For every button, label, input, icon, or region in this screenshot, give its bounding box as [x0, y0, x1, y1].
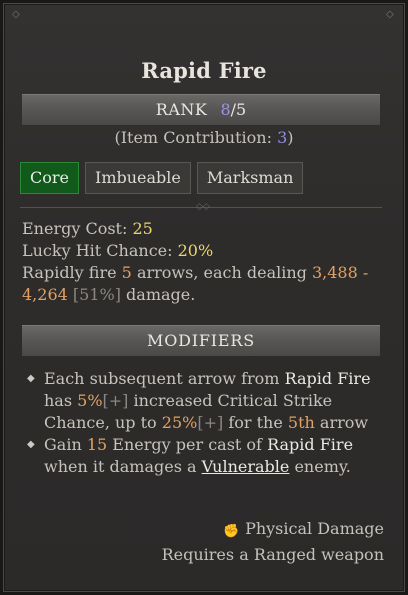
skill-stats: Energy Cost: 25 Lucky Hit Chance: 20% Ra…: [22, 218, 384, 306]
mod-value: 25%: [161, 413, 198, 432]
skill-tags: Core Imbueable Marksman: [20, 162, 304, 194]
section-divider: ◇◇: [20, 202, 382, 212]
mod-bracket: [+]: [197, 413, 224, 432]
damage-percent: [51%]: [67, 285, 121, 304]
tag-imbueable: Imbueable: [85, 162, 191, 194]
item-contribution: (Item Contribution: 3): [0, 128, 408, 147]
mod-text: when it damages a: [44, 457, 202, 476]
desc-text: damage.: [120, 285, 196, 304]
damage-type: Physical Damage: [245, 519, 384, 538]
energy-cost-value: 25: [132, 219, 153, 238]
mod-text: Each subsequent arrow from: [44, 369, 285, 388]
rank-current: 8: [220, 100, 231, 119]
tag-core: Core: [20, 162, 79, 194]
desc-text: arrows, each dealing: [131, 263, 312, 282]
rank-bar: RANK 8/5: [22, 94, 380, 126]
mod-value: 5th: [287, 413, 315, 432]
modifiers-bar: MODIFIERS: [22, 325, 380, 357]
mod-value: 15: [86, 435, 108, 454]
damage-type-line: ✊ Physical Damage: [162, 516, 384, 542]
lucky-hit-label: Lucky Hit Chance:: [22, 241, 178, 260]
skill-title: Rapid Fire: [141, 58, 267, 83]
mod-text: Energy per cast of: [107, 435, 268, 454]
mod-skill-name: Rapid Fire: [267, 435, 354, 454]
diamond-bullet-icon: ◆: [27, 373, 35, 384]
modifiers-label: MODIFIERS: [147, 331, 255, 350]
mod-text: arrow: [314, 413, 369, 432]
damage-dash: -: [357, 263, 369, 282]
lucky-hit-line: Lucky Hit Chance: 20%: [22, 240, 384, 262]
rank-label: RANK: [155, 100, 208, 119]
corner-ornament-right: ◇: [386, 9, 394, 20]
desc-text: Rapidly fire: [22, 263, 122, 282]
rank-max: 5: [236, 100, 247, 119]
vulnerable-keyword: Vulnerable: [201, 457, 290, 476]
damage-min: 3,488: [311, 263, 358, 282]
mod-text: Gain: [44, 435, 87, 454]
fist-icon: ✊: [223, 524, 240, 539]
mod-text: for the: [223, 413, 288, 432]
contribution-value: 3: [277, 128, 288, 147]
modifier-item: ◆ Gain 15 Energy per cast of Rapid Fire …: [24, 434, 384, 478]
mod-text: has: [44, 391, 78, 410]
divider-ornament-icon: ◇◇: [196, 202, 210, 212]
energy-cost-label: Energy Cost:: [22, 219, 133, 238]
mod-skill-name: Rapid Fire: [284, 369, 371, 388]
arrow-count: 5: [121, 263, 132, 282]
skill-description: Rapidly fire 5 arrows, each dealing 3,48…: [22, 262, 384, 306]
mod-value: 5%: [77, 391, 103, 410]
tag-marksman: Marksman: [196, 162, 304, 194]
mod-text: enemy.: [289, 457, 351, 476]
modifiers-list: ◆ Each subsequent arrow from Rapid Fire …: [24, 368, 384, 478]
weapon-requirement: Requires a Ranged weapon: [161, 545, 384, 564]
energy-cost-line: Energy Cost: 25: [22, 218, 384, 240]
corner-ornament-left: ◇: [12, 9, 20, 20]
contribution-suffix: ): [287, 128, 294, 147]
mod-bracket: [+]: [102, 391, 129, 410]
contribution-prefix: (Item Contribution:: [114, 128, 278, 147]
lucky-hit-value: 20%: [177, 241, 214, 260]
modifier-item: ◆ Each subsequent arrow from Rapid Fire …: [24, 368, 384, 434]
damage-max: 4,264: [22, 285, 68, 304]
diamond-bullet-icon: ◆: [27, 439, 35, 450]
tooltip-footer: ✊ Physical Damage Requires a Ranged weapo…: [162, 516, 384, 568]
